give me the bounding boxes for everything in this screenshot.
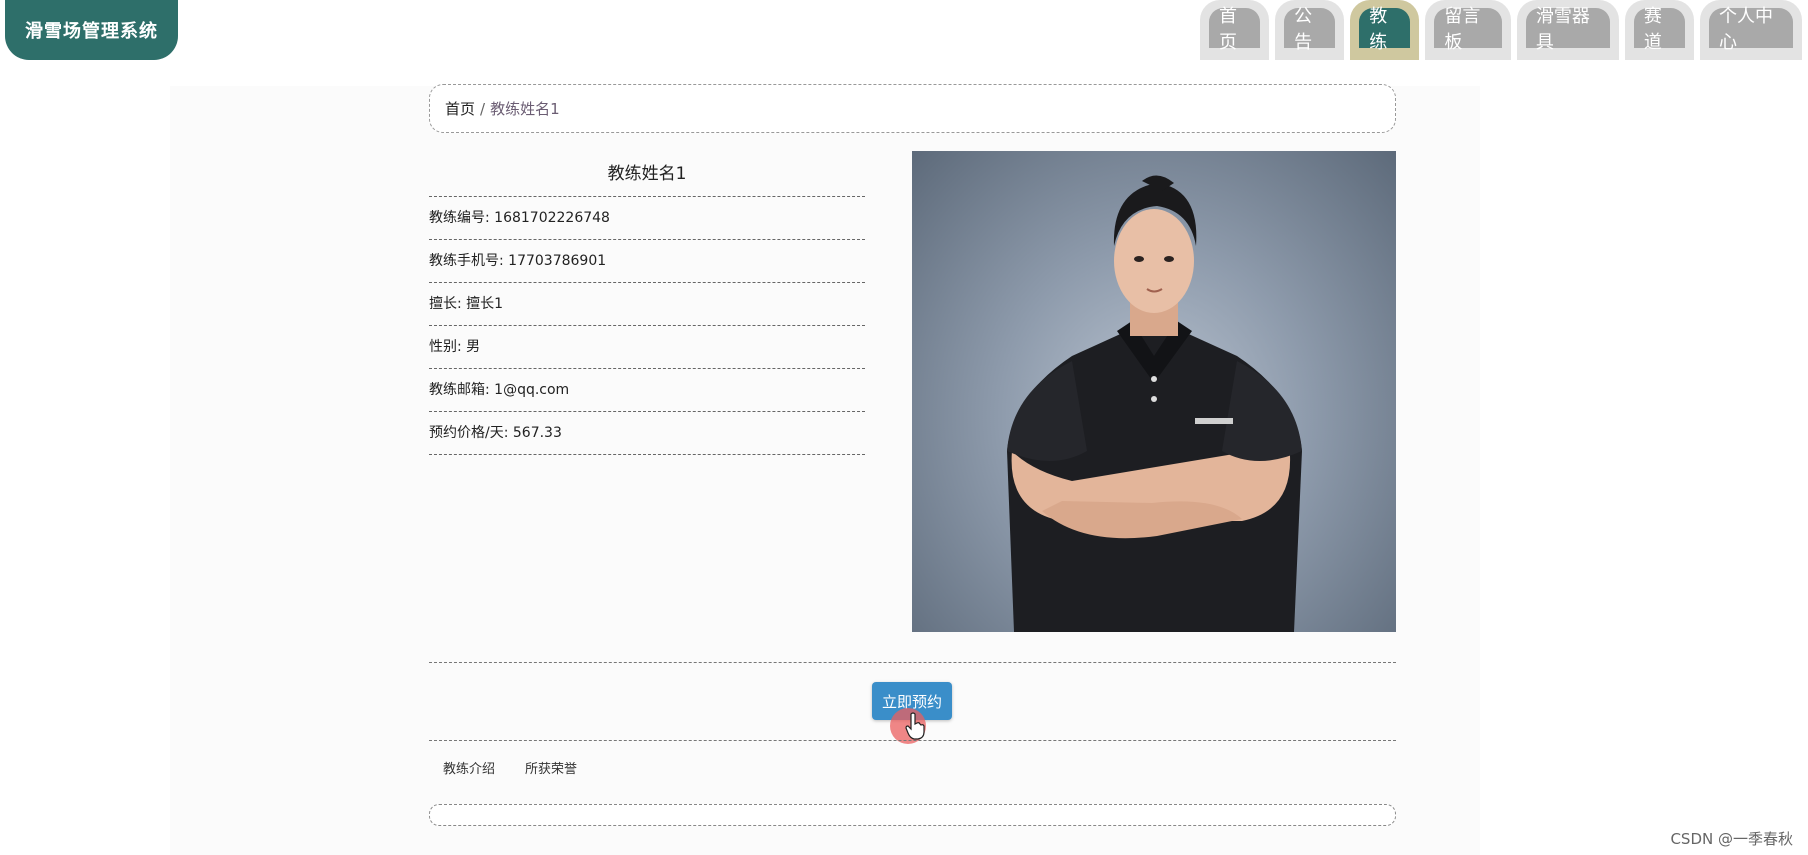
app-logo[interactable]: 滑雪场管理系统 — [5, 0, 178, 60]
watermark: CSDN @一季春秋 — [1670, 830, 1793, 848]
nav-label: 留言板 — [1434, 6, 1502, 53]
nav-tab-coach[interactable]: 教练 — [1350, 0, 1420, 60]
coach-specialty-row: 擅长: 擅长1 — [429, 283, 865, 326]
nav-tab-home[interactable]: 首页 — [1200, 0, 1270, 60]
nav-tab-notice[interactable]: 公告 — [1275, 0, 1345, 60]
nav-label: 个人中心 — [1709, 6, 1794, 53]
breadcrumb-separator: / — [480, 99, 486, 118]
nav-tab-message-board[interactable]: 留言板 — [1425, 0, 1511, 60]
divider-bottom — [429, 740, 1396, 741]
nav-label: 教练 — [1359, 6, 1411, 53]
coach-price-row: 预约价格/天: 567.33 — [429, 412, 865, 455]
page-root: 滑雪场管理系统 首页 公告 教练 留言板 滑雪器具 赛道 个人中心 首页 / 教… — [0, 0, 1808, 855]
detail-subtabs: 教练介绍 所获荣誉 — [443, 758, 577, 777]
nav-label: 滑雪器具 — [1525, 6, 1610, 53]
breadcrumb-home-link[interactable]: 首页 — [445, 98, 475, 119]
coach-email-row: 教练邮箱: 1@qq.com — [429, 369, 865, 412]
nav-label: 赛道 — [1633, 6, 1686, 53]
nav-tab-track[interactable]: 赛道 — [1624, 0, 1695, 60]
coach-portrait-illustration — [1007, 175, 1302, 632]
nav-tab-ski-equipment[interactable]: 滑雪器具 — [1516, 0, 1619, 60]
coach-details: 教练姓名1 教练编号: 1681702226748 教练手机号: 1770378… — [429, 152, 865, 455]
coach-id-row: 教练编号: 1681702226748 — [429, 197, 865, 240]
divider-top — [429, 662, 1396, 663]
nav-label: 首页 — [1209, 6, 1261, 53]
breadcrumb-current: 教练姓名1 — [490, 100, 560, 118]
nav-tab-personal-center[interactable]: 个人中心 — [1700, 0, 1803, 60]
coach-phone-row: 教练手机号: 17703786901 — [429, 240, 865, 283]
tab-content-box — [429, 804, 1396, 826]
coach-gender-row: 性别: 男 — [429, 326, 865, 369]
coach-photo — [912, 151, 1396, 632]
breadcrumb: 首页 / 教练姓名1 — [429, 84, 1396, 133]
top-nav: 首页 公告 教练 留言板 滑雪器具 赛道 个人中心 — [1200, 0, 1808, 60]
nav-label: 公告 — [1284, 6, 1336, 53]
tab-coach-intro[interactable]: 教练介绍 — [443, 758, 495, 777]
hand-cursor-icon — [905, 712, 925, 740]
coach-name: 教练姓名1 — [429, 152, 865, 197]
tab-honors[interactable]: 所获荣誉 — [525, 758, 577, 777]
